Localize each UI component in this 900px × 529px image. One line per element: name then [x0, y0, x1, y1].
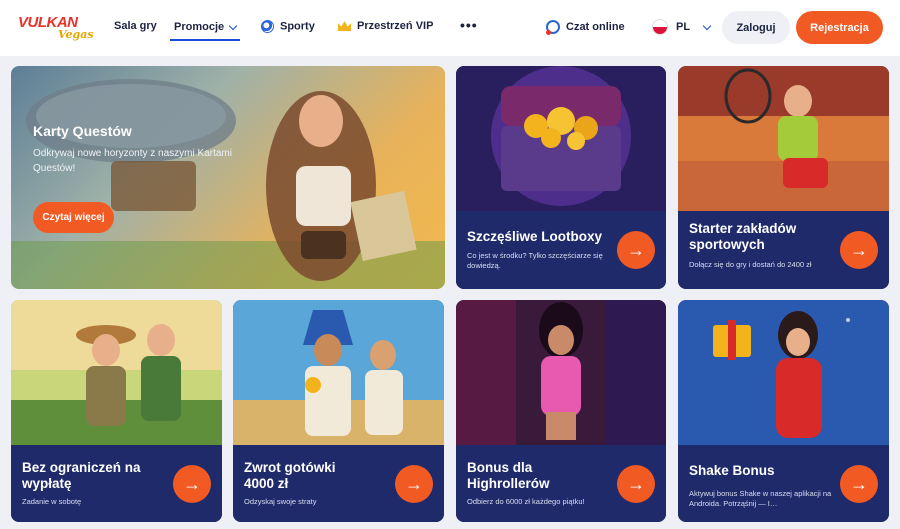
language-label: PL — [676, 21, 691, 33]
arrow-right-button[interactable]: → — [840, 231, 878, 269]
card-subtitle: Dołącz się do gry i dostań do 2400 zł — [689, 260, 812, 269]
card-subtitle: Zadanie w sobotę — [22, 497, 82, 506]
hero-title: Karty Questów — [33, 123, 132, 139]
nav-sala-gry-label: Sala gry — [114, 20, 157, 32]
highroller-illustration — [456, 300, 666, 445]
card-subtitle: Aktywuj bonus Shake w naszej aplikacji n… — [689, 489, 832, 508]
arrow-right-icon: → — [850, 239, 868, 260]
card-title: Shake Bonus — [689, 463, 775, 478]
vulkan-vegas-logo[interactable]: VULKAN Vegas — [18, 12, 98, 44]
card-panel: Bez ograniczeń na wypłatę Zadanie w sobo… — [11, 445, 222, 522]
explorers-illustration — [11, 300, 222, 445]
arrow-right-button[interactable]: → — [617, 465, 655, 503]
read-more-label: Czytaj więcej — [42, 212, 105, 223]
chat-online-label: Czat online — [566, 20, 625, 33]
promo-card-lootboxy[interactable]: Szczęśliwe Lootboxy Co jest w środku? Ty… — [456, 66, 666, 289]
nav-sporty-label: Sporty — [280, 20, 315, 33]
card-panel: Shake Bonus Aktywuj bonus Shake w naszej… — [678, 445, 889, 522]
card-panel: Starter zakładów sportowych Dołącz się d… — [678, 211, 889, 289]
nav-promocje[interactable]: Promocje — [170, 15, 241, 41]
hero-banner-quest-cards[interactable]: Karty Questów Odkrywaj nowe horyzonty z … — [11, 66, 445, 289]
promo-card-zwrot-gotowki[interactable]: Zwrot gotówki 4000 zł Odzyskaj swoje str… — [233, 300, 444, 522]
card-subtitle: Co jest w środku? Tylko szczęściarze się… — [467, 251, 603, 270]
card-subtitle: Odbierz do 6000 zł każdego piątku! — [467, 497, 585, 506]
chevron-down-icon — [228, 21, 238, 30]
read-more-button[interactable]: Czytaj więcej — [33, 202, 114, 233]
nav-vip[interactable]: Przestrzeń VIP — [338, 20, 433, 32]
nav-sporty[interactable]: Sporty — [261, 20, 315, 33]
login-button[interactable]: Zaloguj — [722, 11, 790, 44]
hero-subtitle: Odkrywaj nowe horyzonty z naszymi Kartam… — [33, 148, 232, 174]
more-menu-button[interactable]: ••• — [460, 17, 478, 33]
tennis-player-illustration — [678, 66, 889, 211]
arrow-right-button[interactable]: → — [173, 465, 211, 503]
chat-online-button[interactable]: Czat online — [546, 20, 625, 35]
nav-promocje-label: Promocje — [174, 21, 225, 33]
soccer-ball-icon — [261, 20, 274, 33]
arrow-right-button[interactable]: → — [395, 465, 433, 503]
card-title: Szczęśliwe Lootboxy — [467, 229, 603, 244]
promo-card-starter[interactable]: Starter zakładów sportowych Dołącz się d… — [678, 66, 889, 289]
register-button[interactable]: Rejestracja — [796, 11, 883, 44]
logo-subtext: Vegas — [58, 28, 94, 41]
chevron-down-icon — [702, 21, 712, 30]
card-subtitle: Odzyskaj swoje straty — [244, 497, 317, 506]
card-title: Bez ograniczeń na wypłatę — [22, 460, 141, 491]
arrow-right-icon: → — [627, 239, 645, 260]
card-title: Bonus dla Highrollerów — [467, 460, 550, 491]
top-header: VULKAN Vegas Sala gry Promocje Sporty Pr… — [0, 0, 900, 56]
arrow-right-icon: → — [627, 473, 645, 494]
nav-sala-gry[interactable]: Sala gry — [114, 20, 157, 32]
promo-card-shake-bonus[interactable]: Shake Bonus Aktywuj bonus Shake w naszej… — [678, 300, 889, 522]
card-panel: Bonus dla Highrollerów Odbierz do 6000 z… — [456, 445, 666, 522]
more-dots-icon: ••• — [460, 17, 478, 33]
arrow-right-icon: → — [183, 473, 201, 494]
card-panel: Zwrot gotówki 4000 zł Odzyskaj swoje str… — [233, 445, 444, 522]
shake-bonus-illustration — [678, 300, 889, 445]
poland-flag-icon — [652, 19, 668, 35]
promo-card-highroller[interactable]: Bonus dla Highrollerów Odbierz do 6000 z… — [456, 300, 666, 522]
arrow-right-icon: → — [405, 473, 423, 494]
language-selector[interactable]: PL — [652, 19, 712, 35]
crown-icon — [338, 21, 351, 32]
register-label: Rejestracja — [810, 21, 869, 34]
promo-card-bez-ograniczen[interactable]: Bez ograniczeń na wypłatę Zadanie w sobo… — [11, 300, 222, 522]
nav-vip-label: Przestrzeń VIP — [357, 20, 434, 32]
card-panel: Szczęśliwe Lootboxy Co jest w środku? Ty… — [456, 211, 666, 289]
pharaoh-illustration — [233, 300, 444, 445]
hero-illustration — [11, 79, 445, 289]
headset-icon — [546, 20, 560, 35]
treasure-chest-illustration — [456, 66, 666, 211]
card-title: Zwrot gotówki 4000 zł — [244, 460, 336, 491]
card-title: Starter zakładów sportowych — [689, 221, 797, 252]
arrow-right-icon: → — [850, 473, 868, 494]
arrow-right-button[interactable]: → — [617, 231, 655, 269]
login-label: Zaloguj — [736, 21, 776, 34]
arrow-right-button[interactable]: → — [840, 465, 878, 503]
